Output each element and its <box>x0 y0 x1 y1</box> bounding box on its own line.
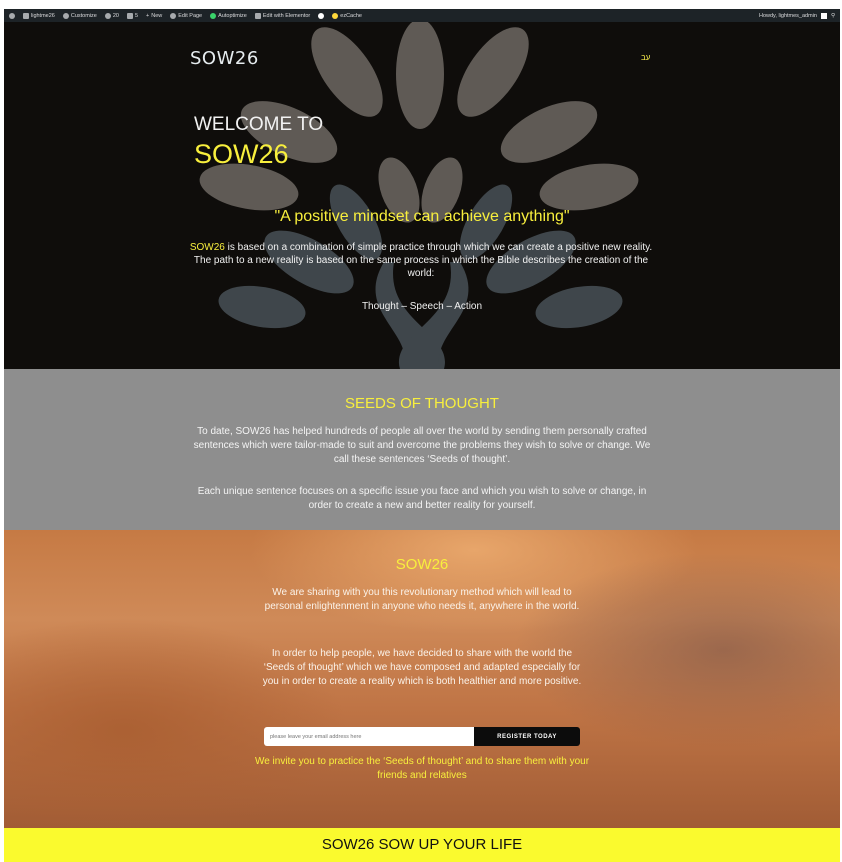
sow-title: SOW26 <box>395 556 449 573</box>
updates-icon <box>104 12 111 19</box>
register-button[interactable]: REGISTER TODAY <box>474 727 580 746</box>
intro-text: is based on a combination of simple prac… <box>193 242 653 279</box>
signup-form: REGISTER TODAY <box>264 727 580 746</box>
smiley-icon <box>318 12 325 19</box>
email-field[interactable] <box>264 727 474 746</box>
language-switcher[interactable]: עב <box>641 53 650 62</box>
elementor-icon <box>254 12 261 19</box>
admin-bar: lightme26 Customize 20 5 + New Edit Page … <box>4 9 840 22</box>
hero-quote: "A positive mindset can achieve anything… <box>274 208 570 225</box>
admin-edit-page-link[interactable]: Edit Page <box>170 12 202 19</box>
admin-howdy-link[interactable]: Howdy, lightmes_admin <box>759 13 817 19</box>
seeds-section: SEEDS OF THOUGHT To date, SOW26 has help… <box>4 369 840 530</box>
brand-heading: SOW26 <box>194 139 289 169</box>
admin-customize-link[interactable]: Customize <box>62 12 97 19</box>
pencil-icon <box>170 12 177 19</box>
wordpress-logo-icon[interactable] <box>9 12 15 19</box>
admin-updates-link[interactable]: 20 <box>104 12 119 19</box>
seeds-title: SEEDS OF THOUGHT <box>345 395 499 412</box>
status-dot-icon <box>210 12 217 19</box>
hero-intro: SOW26 is based on a combination of simpl… <box>186 241 656 280</box>
seeds-paragraph-1: To date, SOW26 has helped hundreds of pe… <box>193 426 651 465</box>
home-icon <box>23 12 29 19</box>
comment-icon <box>126 12 133 19</box>
admin-smiley-link[interactable] <box>318 12 325 19</box>
footer-text: SOW26 SOW UP YOUR LIFE <box>321 836 523 853</box>
admin-site-link[interactable]: lightme26 <box>23 12 55 19</box>
sow-paragraph-1: We are sharing with you this revolutiona… <box>264 587 580 612</box>
footer-banner: SOW26 SOW UP YOUR LIFE <box>4 828 840 862</box>
admin-ezcache-link[interactable]: ezCache <box>332 12 362 19</box>
brush-icon <box>62 12 69 19</box>
tree-leaves-graphic <box>199 22 639 369</box>
plus-icon: + <box>146 12 150 19</box>
admin-new-link[interactable]: + New <box>146 13 162 19</box>
intro-brand: SOW26 <box>189 242 225 253</box>
search-icon[interactable]: ⚲ <box>831 13 835 19</box>
admin-autoptimize-link[interactable]: Autoptimize <box>210 12 247 19</box>
sow-section: SOW26 We are sharing with you this revol… <box>4 530 840 828</box>
admin-elementor-link[interactable]: Edit with Elementor <box>254 12 310 19</box>
welcome-heading: WELCOME TO <box>194 114 324 135</box>
browser-page: lightme26 Customize 20 5 + New Edit Page … <box>4 9 840 862</box>
invite-text: We invite you to practice the ‘Seeds of … <box>254 756 590 781</box>
hero-section: SOW26 עב WELCOME TO SOW26 "A positive mi… <box>4 22 840 369</box>
lightning-icon <box>332 12 339 19</box>
site-logo[interactable]: SOW26 <box>190 48 259 69</box>
thought-speech-action: Thought – Speech – Action <box>361 301 483 312</box>
admin-comments-link[interactable]: 5 <box>126 12 138 19</box>
avatar[interactable] <box>820 12 827 19</box>
seeds-paragraph-2: Each unique sentence focuses on a specif… <box>197 486 647 511</box>
sow-paragraph-2: In order to help people, we have decided… <box>262 648 582 687</box>
